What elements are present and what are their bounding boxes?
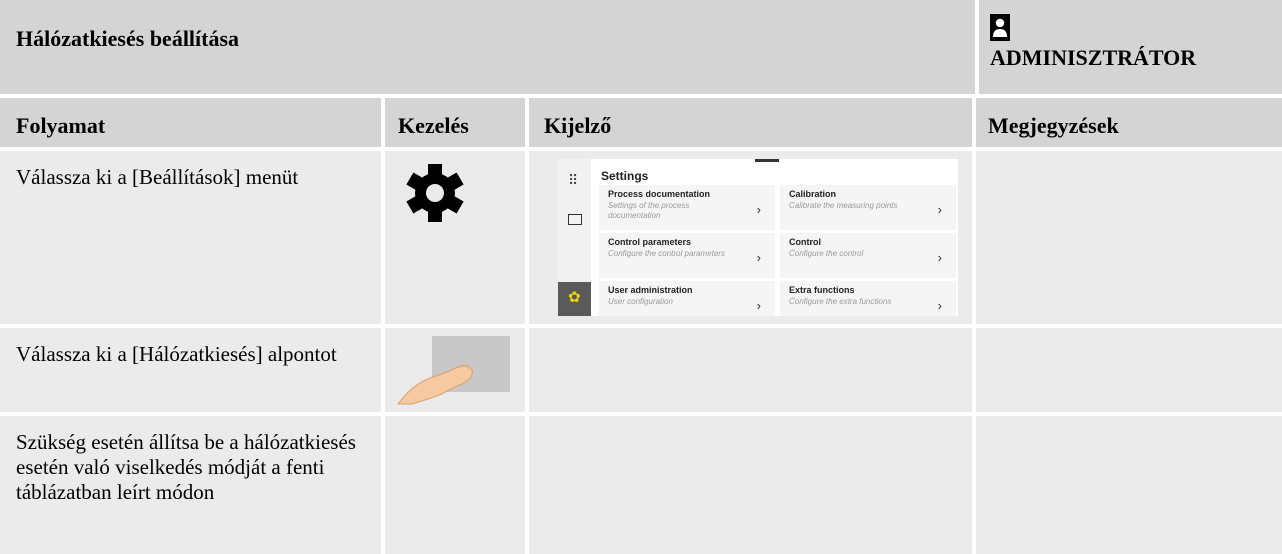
chevron-right-icon: › — [756, 250, 761, 265]
step-1-display: ⠿ ✿ Settings Process documentation Setti… — [529, 151, 972, 324]
user-icon — [990, 14, 1010, 41]
tile-title: Process documentation — [608, 189, 711, 199]
column-header-process: Folyamat — [0, 98, 381, 147]
settings-tab-active: ✿ — [558, 282, 591, 316]
column-header-notes: Megjegyzések — [976, 98, 1282, 147]
step-2-notes — [976, 328, 1282, 412]
step-2-process: Válassza ki a [Hálózatkiesés] alpontot — [0, 328, 381, 412]
role-cell: ADMINISZTRÁTOR — [979, 0, 1282, 94]
column-header-operation: Kezelés — [385, 98, 525, 147]
settings-tile: Process documentation Settings of the pr… — [599, 185, 775, 230]
chevron-right-icon: › — [756, 202, 761, 217]
step-2-display — [529, 328, 972, 412]
tile-title: Control — [789, 237, 821, 247]
table-title: Hálózatkiesés beállítása — [16, 26, 240, 51]
column-header-label: Kezelés — [398, 113, 469, 138]
column-header-label: Folyamat — [16, 113, 106, 138]
settings-screenshot: ⠿ ✿ Settings Process documentation Setti… — [558, 159, 958, 316]
settings-tile: Control Configure the control › — [780, 233, 956, 278]
settings-gear-icon: ✿ — [568, 289, 581, 306]
tile-subtitle: User configuration — [608, 297, 673, 306]
step-3-display — [529, 416, 972, 554]
step-1-notes — [976, 151, 1282, 324]
settings-tile: User administration User configuration › — [599, 281, 775, 316]
column-header-label: Megjegyzések — [988, 113, 1119, 138]
step-3-operation — [385, 416, 525, 554]
chevron-right-icon: › — [937, 298, 942, 313]
chevron-right-icon: › — [756, 298, 761, 313]
step-1-operation — [385, 151, 525, 324]
step-1-process: Válassza ki a [Beállítások] menüt — [0, 151, 381, 324]
tile-subtitle: Settings of the process documentation — [608, 201, 690, 220]
step-3-notes — [976, 416, 1282, 554]
step-2-operation — [385, 328, 525, 412]
tile-subtitle: Calibrate the measuring points — [789, 201, 898, 210]
tile-title: User administration — [608, 285, 693, 295]
tile-subtitle: Configure the control parameters — [608, 249, 725, 258]
finger-tap-icon — [397, 336, 510, 405]
top-handle — [755, 159, 779, 162]
chevron-right-icon: › — [937, 202, 942, 217]
settings-tile: Extra functions Configure the extra func… — [780, 281, 956, 316]
tile-title: Control parameters — [608, 237, 692, 247]
apps-grid-icon: ⠿ — [568, 172, 579, 188]
settings-tile: Control parameters Configure the control… — [599, 233, 775, 278]
column-header-display: Kijelző — [529, 98, 972, 147]
role-label: ADMINISZTRÁTOR — [990, 45, 1197, 70]
gear-icon — [406, 164, 464, 222]
column-header-label: Kijelző — [544, 113, 612, 138]
tile-title: Calibration — [789, 189, 837, 199]
tile-subtitle: Configure the control — [789, 249, 864, 258]
tile-title: Extra functions — [789, 285, 855, 295]
table-title-cell: Hálózatkiesés beállítása — [0, 0, 975, 94]
settings-title: Settings — [601, 169, 649, 183]
chevron-right-icon: › — [937, 250, 942, 265]
step-3-process: Szükség esetén állítsa be a hálózatkiesé… — [0, 416, 381, 554]
settings-tile: Calibration Calibrate the measuring poin… — [780, 185, 956, 230]
settings-sidebar: ⠿ ✿ — [558, 159, 591, 316]
tile-subtitle: Configure the extra functions — [789, 297, 892, 306]
chart-icon — [568, 214, 582, 225]
